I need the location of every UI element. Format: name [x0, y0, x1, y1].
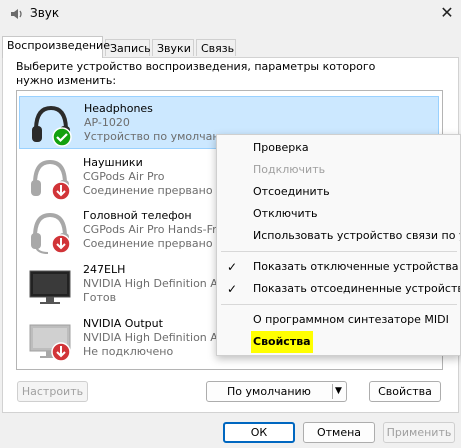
device-name: Headphones	[84, 102, 153, 115]
menu-item-set-default-comm[interactable]: Использовать устройство связи по умолчан…	[217, 225, 460, 247]
device-status: Готов	[83, 291, 117, 304]
set-default-label: По умолчанию	[227, 385, 311, 398]
properties-button[interactable]: Свойства	[369, 381, 441, 402]
set-default-button[interactable]: По умолчанию ▼	[206, 381, 347, 402]
context-menu: Проверка Подключить Отсоединить Отключит…	[216, 134, 461, 356]
checkmark-icon: ✓	[227, 260, 238, 274]
menu-item-connect: Подключить	[253, 163, 326, 176]
device-status: Не подключено	[83, 345, 174, 358]
menu-item-about-midi[interactable]: О программном синтезаторе MIDI	[217, 309, 460, 331]
split-divider	[332, 384, 333, 399]
menu-separator	[221, 251, 457, 252]
tab-communications[interactable]: Связь	[196, 39, 236, 56]
ok-button[interactable]: ОК	[223, 422, 295, 443]
menu-item-disconnect[interactable]: Отсоединить	[217, 181, 460, 203]
device-status: Соединение прервано	[83, 237, 213, 250]
device-name: NVIDIA Output	[83, 317, 163, 330]
device-status: Соединение прервано	[83, 184, 213, 197]
menu-item-test[interactable]: Проверка	[217, 137, 460, 159]
disconnected-arrow-icon	[51, 234, 71, 254]
speaker-icon	[11, 9, 22, 19]
cancel-button[interactable]: Отмена	[303, 422, 375, 443]
disconnected-arrow-icon	[51, 181, 71, 201]
menu-item-disable[interactable]: Отключить	[217, 203, 460, 225]
menu-item-show-disconnected[interactable]: ✓ Показать отсоединенные устройства	[217, 278, 460, 300]
menu-item-properties[interactable]: Свойства	[217, 331, 460, 353]
device-driver: NVIDIA High Definition Au	[83, 331, 225, 344]
device-driver: NVIDIA High Definition Au	[83, 277, 225, 290]
device-name: Наушники	[83, 156, 143, 169]
default-check-icon	[52, 127, 72, 147]
monitor-icon	[29, 270, 71, 304]
checkmark-icon: ✓	[227, 282, 238, 296]
device-status: Устройство по умолчанию	[84, 130, 237, 143]
chevron-down-icon[interactable]: ▼	[335, 382, 342, 401]
window-title: Звук	[30, 6, 60, 20]
device-driver: AP-1020	[84, 116, 130, 129]
device-driver: CGPods Air Pro Hands-Free	[83, 223, 230, 236]
instruction-text: Выберите устройство воспроизведения, пар…	[16, 60, 376, 87]
apply-button: Применить	[383, 422, 455, 443]
title-bar: Звук ✕	[0, 0, 461, 28]
disconnected-arrow-icon	[51, 342, 71, 362]
device-name: 247ELH	[83, 263, 126, 276]
device-driver: CGPods Air Pro	[83, 170, 165, 183]
tab-recording[interactable]: Запись	[105, 39, 151, 56]
configure-button: Настроить	[17, 381, 88, 402]
menu-separator	[221, 304, 457, 305]
tab-playback[interactable]: Воспроизведение	[2, 36, 110, 58]
device-name: Головной телефон	[83, 209, 192, 222]
tab-sounds[interactable]: Звуки	[152, 39, 194, 56]
close-button[interactable]: ✕	[436, 2, 458, 24]
close-icon: ✕	[440, 3, 454, 22]
menu-item-show-disabled[interactable]: ✓ Показать отключенные устройства	[217, 256, 460, 278]
